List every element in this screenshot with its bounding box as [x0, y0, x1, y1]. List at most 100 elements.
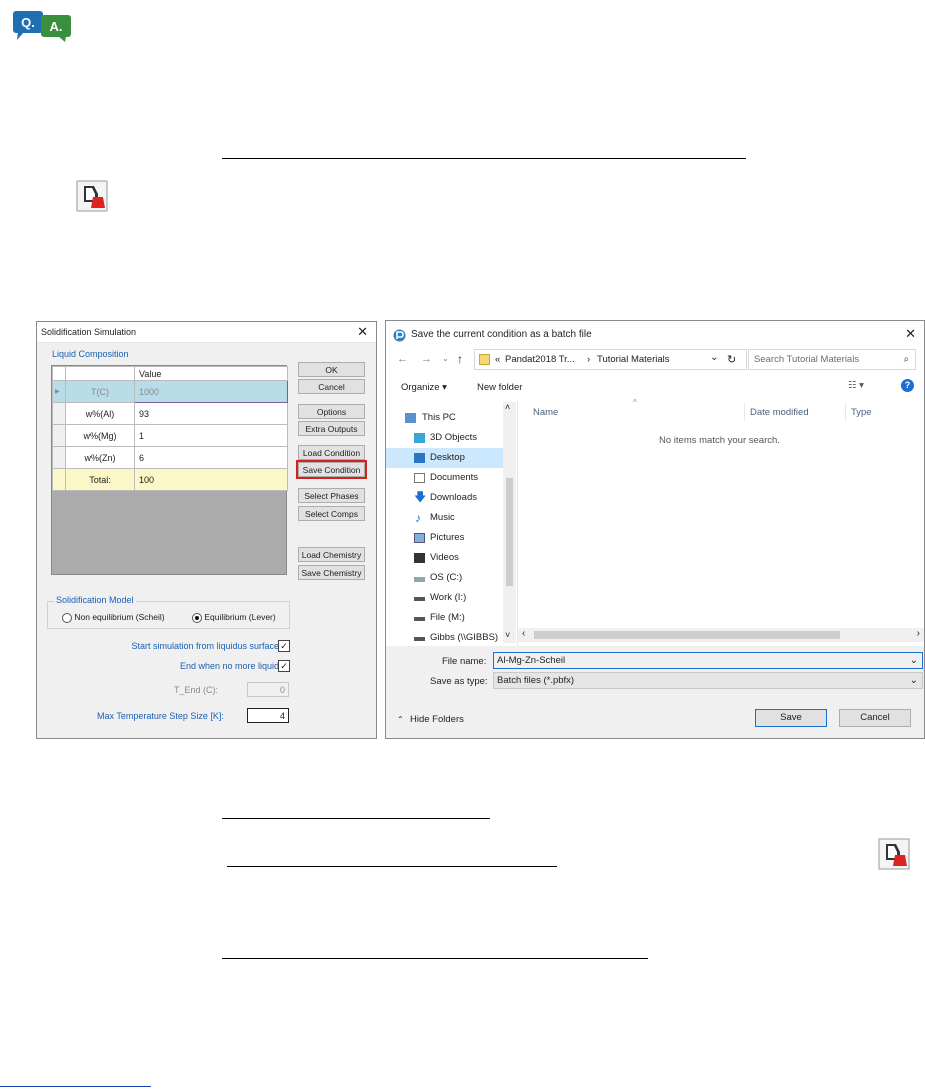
scroll-down-icon[interactable]: ˅: [505, 630, 510, 640]
tree-label: Gibbs (\\GIBBS): [430, 632, 499, 642]
breadcrumb-separator: ›: [587, 354, 591, 365]
scroll-right-icon[interactable]: ›: [917, 628, 920, 639]
composition-grid[interactable]: Value ▶ T(C) 1000 w%(Al) 93 w%(Mg) 1 w%(…: [51, 365, 288, 575]
video-icon: [414, 553, 425, 563]
end-when-no-liquid-label: End when no more liquid: [179, 661, 279, 671]
ok-button[interactable]: OK: [298, 362, 365, 377]
nav-scroll-thumb[interactable]: [506, 478, 513, 586]
drive-icon: [414, 577, 425, 582]
document-icon: [414, 473, 425, 483]
tree-item-desktop[interactable]: Desktop: [386, 448, 504, 468]
tree-item-pictures[interactable]: Pictures: [386, 528, 504, 548]
close-icon[interactable]: ✕: [357, 322, 368, 342]
drive-icon: [414, 617, 425, 621]
tree-item-music[interactable]: ♪ Music: [386, 508, 504, 528]
recent-dropdown-icon[interactable]: ⌄: [442, 354, 449, 363]
tree-item-this-pc[interactable]: This PC: [386, 408, 504, 428]
value-cell[interactable]: 6: [134, 446, 288, 469]
load-chemistry-button[interactable]: Load Chemistry: [298, 547, 365, 562]
view-options-icon[interactable]: ☷ ▾: [848, 380, 864, 391]
refresh-icon[interactable]: ↻: [727, 353, 736, 366]
value-cell[interactable]: 93: [134, 402, 288, 425]
close-icon[interactable]: ✕: [905, 326, 916, 342]
tree-item-file-m[interactable]: File (M:): [386, 608, 504, 628]
tree-item-work-i[interactable]: Work (I:): [386, 588, 504, 608]
file-list-scrollbar[interactable]: ‹ ›: [518, 628, 924, 642]
breadcrumb-pandat[interactable]: Pandat2018 Tr...: [505, 354, 575, 365]
tree-item-os-c[interactable]: OS (C:): [386, 568, 504, 588]
extra-outputs-button[interactable]: Extra Outputs: [298, 421, 365, 436]
column-type[interactable]: Type: [851, 407, 872, 418]
back-arrow-icon[interactable]: ←: [397, 353, 408, 365]
save-chemistry-button[interactable]: Save Chemistry: [298, 565, 365, 580]
file-list-scroll-thumb[interactable]: [534, 631, 840, 639]
save-as-type-select[interactable]: Batch files (*.pbfx) ⌄: [493, 672, 923, 689]
t-end-field[interactable]: 0: [247, 682, 289, 697]
t-end-label: T_End (C):: [174, 685, 219, 695]
underline-link[interactable]: [0, 1086, 151, 1087]
select-phases-button[interactable]: Select Phases: [298, 488, 365, 503]
desktop-icon: [414, 453, 425, 463]
table-row[interactable]: ▶ T(C) 1000: [52, 380, 288, 403]
grid-corner: [52, 366, 66, 381]
tree-item-3d-objects[interactable]: 3D Objects: [386, 428, 504, 448]
tree-item-downloads[interactable]: 🡇 Downloads: [386, 488, 504, 508]
select-comps-button[interactable]: Select Comps: [298, 506, 365, 521]
help-icon[interactable]: ?: [901, 379, 914, 392]
save-button[interactable]: Save: [755, 709, 827, 727]
up-arrow-icon[interactable]: ↑: [457, 352, 463, 366]
options-button[interactable]: Options: [298, 404, 365, 419]
table-row[interactable]: w%(Zn) 6: [52, 446, 288, 469]
liquid-composition-label: Liquid Composition: [52, 349, 129, 359]
save-condition-button[interactable]: Save Condition: [296, 460, 367, 479]
solidification-icon[interactable]: [76, 180, 108, 212]
table-row[interactable]: w%(Al) 93: [52, 402, 288, 425]
forward-arrow-icon[interactable]: →: [421, 353, 432, 365]
chevron-down-icon[interactable]: ⌄: [910, 673, 918, 688]
pane-divider: [517, 402, 518, 656]
new-folder-button[interactable]: New folder: [477, 382, 522, 393]
picture-icon: [414, 533, 425, 543]
nav-scrollbar[interactable]: ˄ ˅: [503, 402, 516, 643]
chevron-up-icon[interactable]: ⌃: [397, 715, 404, 724]
table-row[interactable]: w%(Mg) 1: [52, 424, 288, 447]
breadcrumb-tutorial[interactable]: Tutorial Materials: [597, 354, 670, 365]
scroll-up-icon[interactable]: ˄: [505, 402, 510, 412]
tree-label: Documents: [430, 472, 479, 483]
file-name-field[interactable]: Al-Mg-Zn-Scheil ⌄: [493, 652, 923, 669]
search-icon[interactable]: ⌕: [904, 350, 909, 369]
tree-label: Desktop: [430, 452, 465, 463]
start-from-liquidus-checkbox[interactable]: ✓: [278, 640, 290, 652]
search-input[interactable]: Search Tutorial Materials ⌕: [748, 349, 916, 370]
tree-item-gibbs[interactable]: Gibbs (\\GIBBS): [386, 628, 504, 642]
empty-message: No items match your search.: [659, 435, 780, 446]
scroll-left-icon[interactable]: ‹: [522, 628, 525, 639]
navigation-pane[interactable]: This PC 3D Objects Desktop Documents 🡇 D…: [386, 402, 516, 642]
column-date-modified[interactable]: Date modified: [750, 407, 809, 418]
chevron-down-icon[interactable]: ⌄: [910, 653, 918, 668]
tree-item-videos[interactable]: Videos: [386, 548, 504, 568]
radio-off-icon[interactable]: [62, 612, 72, 623]
lever-radio[interactable]: Equilibrium (Lever): [192, 612, 276, 623]
row-name: w%(Al): [65, 402, 135, 425]
hide-folders-button[interactable]: Hide Folders: [410, 714, 464, 725]
radio-on-icon[interactable]: [192, 612, 202, 623]
solidification-icon[interactable]: [878, 838, 910, 870]
scheil-radio[interactable]: Non equilibrium (Scheil): [62, 612, 165, 623]
load-condition-button[interactable]: Load Condition: [298, 445, 365, 460]
cube-icon: [414, 433, 425, 443]
value-cell[interactable]: 1000: [134, 380, 288, 403]
network-drive-icon: [414, 637, 425, 641]
cancel-button[interactable]: Cancel: [298, 379, 365, 394]
max-step-field[interactable]: 4: [247, 708, 289, 723]
chevron-down-icon[interactable]: ⌄: [710, 352, 718, 363]
tree-item-documents[interactable]: Documents: [386, 468, 504, 488]
tree-label: This PC: [422, 412, 456, 423]
cancel-button[interactable]: Cancel: [839, 709, 911, 727]
end-when-no-liquid-checkbox[interactable]: ✓: [278, 660, 290, 672]
value-cell[interactable]: 1: [134, 424, 288, 447]
column-name[interactable]: Name: [533, 407, 558, 418]
address-bar[interactable]: « Pandat2018 Tr... › Tutorial Materials …: [474, 349, 747, 370]
organize-button[interactable]: Organize ▾: [401, 382, 447, 393]
total-value: 100: [134, 468, 288, 491]
